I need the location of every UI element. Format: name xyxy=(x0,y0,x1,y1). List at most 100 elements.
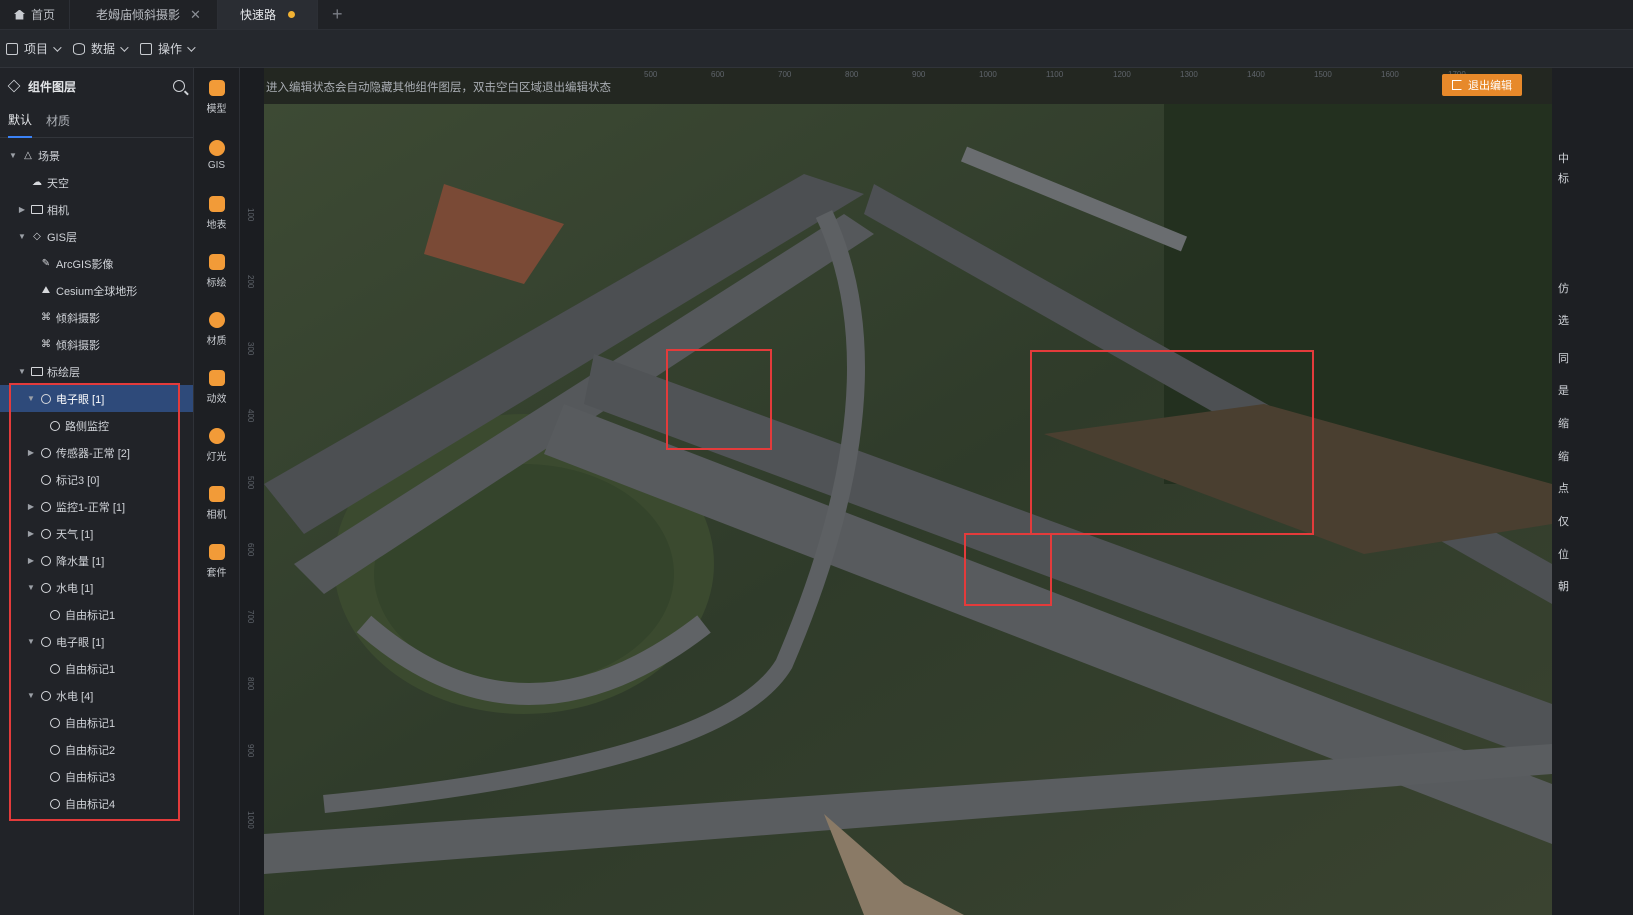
property-label: 选 xyxy=(1558,315,1569,327)
ruler-tick-label: 800 xyxy=(246,677,255,691)
tool-material[interactable]: 材质 xyxy=(194,300,239,358)
tool-light[interactable]: 灯光 xyxy=(194,416,239,474)
search-icon[interactable] xyxy=(173,80,185,92)
exit-edit-button[interactable]: 退出编辑 xyxy=(1442,74,1522,96)
tool-kit[interactable]: 套件 xyxy=(194,532,239,590)
property-label: 同 xyxy=(1558,353,1569,365)
layer-tree-item[interactable]: ▶ 相机 xyxy=(0,196,193,223)
tool-label: 套件 xyxy=(206,567,227,579)
ruler-tick-label: 400 xyxy=(246,409,255,423)
property-label: 朝 xyxy=(1558,581,1569,593)
caret-right-icon[interactable]: ▶ xyxy=(17,205,27,214)
caret-down-icon[interactable]: ▼ xyxy=(8,151,18,160)
grid-icon xyxy=(140,42,153,55)
highlight-box xyxy=(1030,350,1314,535)
tool-effect[interactable]: 动效 xyxy=(194,358,239,416)
layer-tree-item[interactable]: ⛰ Cesium全球地形 xyxy=(0,277,193,304)
menu-label: 操作 xyxy=(158,42,183,56)
chevron-down-icon xyxy=(53,42,62,52)
ruler-tick-label: 700 xyxy=(246,610,255,624)
tool-gis[interactable]: GIS xyxy=(194,126,239,184)
satellite-icon: ✎ xyxy=(41,258,51,269)
tab-default[interactable]: 默认 xyxy=(8,103,33,138)
menu-operation[interactable]: 操作 xyxy=(140,40,196,57)
edit-hint-text: 进入编辑状态会自动隐藏其他组件图层，双击空白区域退出编辑状态 xyxy=(266,82,611,94)
property-label: 点 xyxy=(1558,483,1569,495)
property-panel: 中标仿选同是缩缩点仅位朝 xyxy=(1552,68,1633,915)
layer-tree-item[interactable]: ☁ 天空 xyxy=(0,169,193,196)
ruler-tick-label: 1600 xyxy=(1381,70,1399,79)
close-icon[interactable]: ✕ xyxy=(190,7,201,23)
menu-project[interactable]: 项目 xyxy=(6,40,62,57)
tool-surface[interactable]: 地表 xyxy=(194,184,239,242)
layer-tree-item[interactable]: ✎ ArcGIS影像 xyxy=(0,250,193,277)
caret-down-icon[interactable]: ▼ xyxy=(17,232,27,241)
ruler-tick-label: 100 xyxy=(246,208,255,222)
layers-icon xyxy=(7,79,21,93)
caret-down-icon[interactable]: ▼ xyxy=(17,367,27,376)
menu-label: 数据 xyxy=(91,42,116,56)
ruler-tick-label: 1000 xyxy=(979,70,997,79)
gis-icon xyxy=(208,139,225,156)
layer-tree-label: 倾斜摄影 xyxy=(56,339,100,352)
property-label: 仿 xyxy=(1558,283,1569,295)
menu-data[interactable]: 数据 xyxy=(73,40,129,57)
home-icon xyxy=(14,9,25,20)
tool-model[interactable]: 模型 xyxy=(194,68,239,126)
tool-label: 相机 xyxy=(206,509,227,521)
oblique-photo-icon: ⌘ xyxy=(41,339,51,350)
tab-material[interactable]: 材质 xyxy=(46,104,70,137)
layer-tree-label: ArcGIS影像 xyxy=(56,258,114,271)
tab-oblique-project[interactable]: 老姆庙倾斜摄影 ✕ xyxy=(70,0,218,29)
layer-tree-label: GIS层 xyxy=(47,231,77,244)
chevron-down-icon xyxy=(187,42,196,52)
ruler-tick-label: 1000 xyxy=(246,811,255,829)
ruler-left: 100 200 300 400 500 600 700 800 900 1000 xyxy=(240,68,264,915)
unsaved-dot-icon xyxy=(287,11,295,18)
ruler-tick-label: 600 xyxy=(711,70,725,79)
camera-icon xyxy=(208,485,225,502)
layer-tree-item[interactable]: ▼ 标绘层 xyxy=(0,358,193,385)
plot-icon xyxy=(208,253,225,270)
panel-title: 组件图层 xyxy=(28,79,77,94)
component-toolbar: 模型 GIS 地表标绘材质动效灯光相机套件 xyxy=(194,68,240,915)
tab-bar: 首页 老姆庙倾斜摄影 ✕ 快速路 + xyxy=(0,0,1633,30)
ruler-tick-label: 500 xyxy=(644,70,658,79)
add-tab-icon[interactable]: + xyxy=(318,0,357,29)
property-label: 仅 xyxy=(1558,516,1569,528)
layer-tree-label: 倾斜摄影 xyxy=(56,312,100,325)
layer-tree-item[interactable]: ⌘ 倾斜摄影 xyxy=(0,304,193,331)
ruler-tick-label: 600 xyxy=(246,543,255,557)
model-icon xyxy=(208,79,225,96)
ruler-tick-label: 1500 xyxy=(1314,70,1332,79)
tab-expressway[interactable]: 快速路 xyxy=(217,0,318,29)
scene-icon: △ xyxy=(24,150,32,161)
tool-plot[interactable]: 标绘 xyxy=(194,242,239,300)
ruler-tick-label: 1100 xyxy=(1046,70,1064,79)
exit-icon xyxy=(1452,80,1462,90)
scene-viewport[interactable]: 100 200 300 400 500 600 700 800 900 1000 500 600 70… xyxy=(240,68,1552,915)
tool-label: 标绘 xyxy=(206,277,227,289)
tab-home[interactable]: 首页 xyxy=(0,0,71,29)
property-label: 是 xyxy=(1558,385,1569,397)
surface-icon xyxy=(208,195,225,212)
highlight-box xyxy=(666,349,772,450)
tool-camera[interactable]: 相机 xyxy=(194,474,239,532)
aerial-scene[interactable] xyxy=(264,104,1552,915)
oblique-photo-icon: ⌘ xyxy=(41,312,51,323)
layer-tree-label: 天空 xyxy=(47,177,69,190)
layer-tree-label: 场景 xyxy=(38,150,60,163)
layer-tree-item[interactable]: ▼ ◇ GIS层 xyxy=(0,223,193,250)
exit-edit-label: 退出编辑 xyxy=(1468,80,1512,92)
property-label: 缩 xyxy=(1558,418,1569,430)
tool-label: 地表 xyxy=(206,219,227,231)
tool-label: 灯光 xyxy=(206,451,227,463)
terrain-icon: ⛰ xyxy=(41,285,51,296)
ruler-tick-label: 500 xyxy=(246,476,255,490)
layer-tree-item[interactable]: ▼ △ 场景 xyxy=(0,142,193,169)
tool-label: 动效 xyxy=(206,393,227,405)
layer-tree-label: 标绘层 xyxy=(47,366,80,379)
property-label: 缩 xyxy=(1558,451,1569,463)
folder-icon xyxy=(31,204,43,216)
layer-tree-item[interactable]: ⌘ 倾斜摄影 xyxy=(0,331,193,358)
